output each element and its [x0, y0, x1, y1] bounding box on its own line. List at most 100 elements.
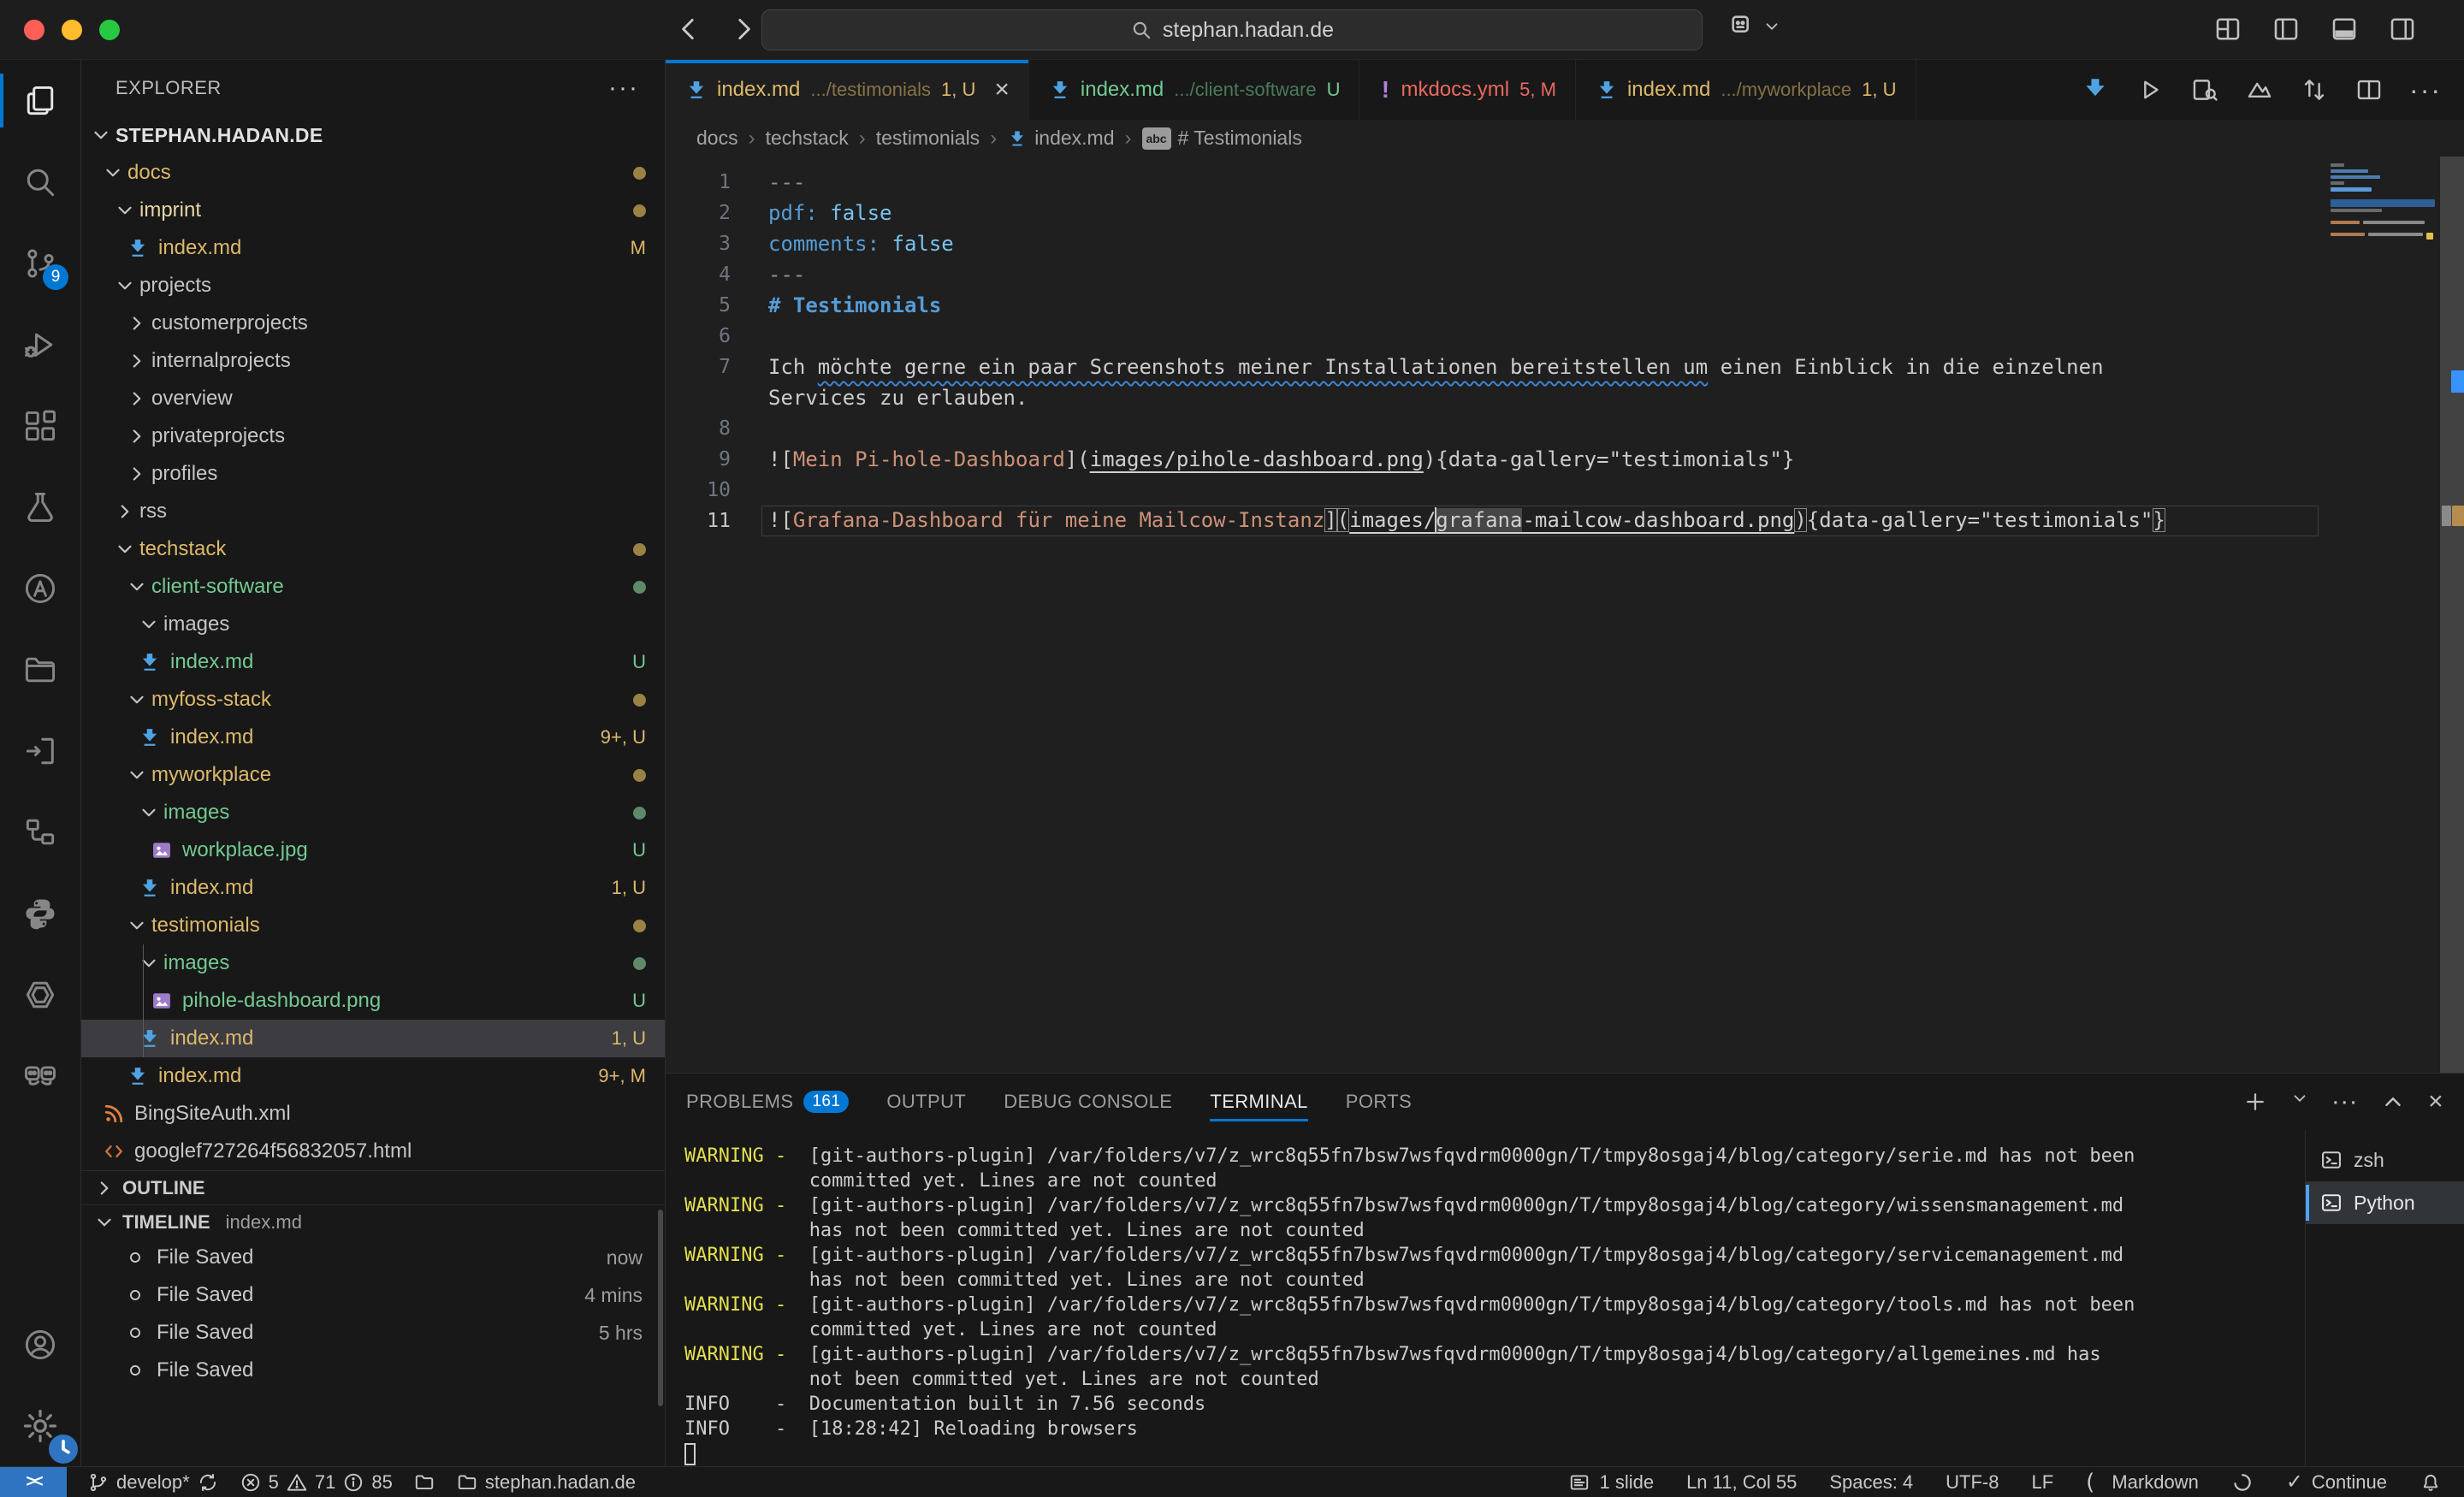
tree-item-pihole-dashboard.png[interactable]: pihole-dashboard.pngU	[81, 982, 665, 1020]
tree-item-images[interactable]: images	[81, 794, 665, 831]
close-panel-icon[interactable]: ×	[2428, 1089, 2443, 1115]
timeline-entry[interactable]: File Saved5 hrs	[81, 1314, 665, 1352]
tree-item-stephan.hadan.de[interactable]: STEPHAN.HADAN.DE	[81, 116, 665, 154]
tree-item-index.md[interactable]: index.md9+, M	[81, 1057, 665, 1095]
tree-item-docs[interactable]: docs	[81, 154, 665, 192]
panel-tab-debug-console[interactable]: DEBUG CONSOLE	[1004, 1074, 1172, 1130]
tree-item-overview[interactable]: overview	[81, 380, 665, 417]
tree-item-client-software[interactable]: client-software	[81, 568, 665, 606]
tree-item-index.md[interactable]: index.md1, U	[81, 1020, 665, 1057]
overview-ruler[interactable]	[2440, 157, 2464, 1073]
continue-item[interactable]: ✓ Continue	[2286, 1470, 2387, 1494]
workspace-status-item[interactable]: stephan.hadan.de	[456, 1471, 636, 1494]
close-tab-icon[interactable]: ×	[994, 77, 1010, 103]
tree-item-privateprojects[interactable]: privateprojects	[81, 417, 665, 455]
command-center-search[interactable]: stephan.hadan.de	[761, 9, 1703, 50]
remote-indicator[interactable]: ><	[0, 1467, 67, 1497]
sidebar-scrollbar[interactable]	[658, 1210, 663, 1406]
minimize-window-button[interactable]	[62, 20, 82, 40]
activity-explorer-icon[interactable]	[0, 60, 80, 141]
notifications-item[interactable]	[2420, 1471, 2442, 1494]
tree-item-index.md[interactable]: index.mdU	[81, 643, 665, 681]
terminal-instance-zsh[interactable]: zsh	[2306, 1139, 2464, 1181]
activity-run-debug-icon[interactable]	[0, 304, 80, 385]
tree-item-index.md[interactable]: index.mdM	[81, 229, 665, 267]
timeline-entry[interactable]: File Savednow	[81, 1239, 665, 1276]
panel-tab-ports[interactable]: PORTS	[1346, 1074, 1412, 1130]
breadcrumb-item[interactable]: abc# Testimonials	[1142, 127, 1302, 150]
outline-section-header[interactable]: OUTLINE	[81, 1170, 665, 1204]
back-arrow-icon[interactable]	[674, 15, 703, 44]
breadcrumb-item[interactable]: docs	[696, 127, 738, 150]
editor[interactable]: 1---2pdf: false3comments: false4---5# Te…	[666, 157, 2464, 1073]
activity-project-manager-icon[interactable]	[0, 629, 80, 710]
git-branch-item[interactable]: develop*	[87, 1471, 219, 1494]
cursor-position-item[interactable]: Ln 11, Col 55	[1686, 1471, 1797, 1494]
activity-account-icon[interactable]	[0, 1304, 80, 1385]
tree-item-images[interactable]: images	[81, 606, 665, 643]
editor-more-actions-icon[interactable]: ···	[2409, 74, 2442, 106]
activity-copilot-chat-icon[interactable]	[0, 1035, 80, 1116]
timeline-section-header[interactable]: TIMELINE index.md	[81, 1204, 665, 1239]
panel-tab-problems[interactable]: PROBLEMS161	[686, 1074, 849, 1130]
open-preview-icon[interactable]	[2081, 75, 2110, 104]
folder-status-item[interactable]	[413, 1471, 435, 1494]
activity-org-chart-icon[interactable]	[0, 791, 80, 873]
tree-item-profiles[interactable]: profiles	[81, 455, 665, 493]
tree-item-testimonials[interactable]: testimonials	[81, 907, 665, 944]
panel-more-actions-icon[interactable]: ···	[2331, 1089, 2358, 1115]
close-window-button[interactable]	[24, 20, 44, 40]
toggle-sidebar-icon[interactable]	[2271, 14, 2301, 44]
marp-slides-item[interactable]: 1 slide	[1568, 1471, 1654, 1494]
terminal-dropdown-icon[interactable]	[2290, 1089, 2309, 1115]
breadcrumb-item[interactable]: testimonials	[876, 127, 980, 150]
breadcrumb-item[interactable]: index.md	[1007, 127, 1114, 150]
tree-item-rss[interactable]: rss	[81, 493, 665, 530]
activity-a-circle-icon[interactable]	[0, 547, 80, 629]
split-editor-icon[interactable]	[2354, 75, 2384, 104]
maximize-panel-icon[interactable]	[2380, 1089, 2406, 1115]
tree-item-images[interactable]: images	[81, 944, 665, 982]
run-icon[interactable]	[2135, 75, 2165, 104]
activity-source-control-icon[interactable]: 9	[0, 222, 80, 304]
marp-icon[interactable]	[2245, 75, 2274, 104]
encoding-item[interactable]: UTF-8	[1946, 1471, 1999, 1494]
forward-arrow-icon[interactable]	[729, 15, 758, 44]
tree-item-bingsiteauth.xml[interactable]: BingSiteAuth.xml	[81, 1095, 665, 1133]
open-preview-side-icon[interactable]	[2190, 75, 2219, 104]
tab-mkdocs.yml[interactable]: !mkdocs.yml5, M	[1359, 60, 1575, 120]
compare-changes-icon[interactable]	[2300, 75, 2329, 104]
language-mode-item[interactable]: ( Markdown	[2086, 1470, 2199, 1495]
breadcrumb-item[interactable]: techstack	[766, 127, 849, 150]
panel-tab-output[interactable]: OUTPUT	[886, 1074, 966, 1130]
activity-settings-icon[interactable]	[0, 1385, 80, 1466]
panel-tab-terminal[interactable]: TERMINAL	[1210, 1074, 1307, 1130]
activity-testing-icon[interactable]	[0, 466, 80, 547]
zoom-window-button[interactable]	[99, 20, 120, 40]
customize-layout-icon[interactable]	[2212, 14, 2243, 44]
profile-switcher[interactable]	[1728, 12, 1781, 41]
tree-item-workplace.jpg[interactable]: workplace.jpgU	[81, 831, 665, 869]
tab-index.md-myworkplace[interactable]: index.md.../myworkplace1, U	[1576, 60, 1916, 120]
tree-item-googlef727264f56832057.html[interactable]: googlef727264f56832057.html	[81, 1133, 665, 1170]
tree-item-myfoss-stack[interactable]: myfoss-stack	[81, 681, 665, 719]
terminal-output[interactable]: WARNING - [git-authors-plugin] /var/fold…	[666, 1130, 2305, 1466]
toggle-panel-icon[interactable]	[2329, 14, 2360, 44]
spellcheck-spinner-item[interactable]	[2231, 1471, 2254, 1494]
explorer-more-actions-icon[interactable]: ···	[608, 74, 639, 103]
tree-item-index.md[interactable]: index.md9+, U	[81, 719, 665, 756]
activity-search-icon[interactable]	[0, 141, 80, 222]
tree-item-internalprojects[interactable]: internalprojects	[81, 342, 665, 380]
activity-extensions-icon[interactable]	[0, 385, 80, 466]
timeline-entry[interactable]: File Saved	[81, 1352, 665, 1389]
tab-index.md-client-software[interactable]: index.md.../client-softwareU	[1029, 60, 1360, 120]
terminal-instance-python[interactable]: Python	[2306, 1181, 2464, 1224]
problems-summary[interactable]: 5 71 85	[240, 1471, 393, 1494]
activity-live-server-icon[interactable]	[0, 710, 80, 791]
activity-hexagon-icon[interactable]	[0, 954, 80, 1035]
indentation-item[interactable]: Spaces: 4	[1829, 1471, 1913, 1494]
new-terminal-icon[interactable]	[2242, 1089, 2268, 1115]
tree-item-customerprojects[interactable]: customerprojects	[81, 305, 665, 342]
activity-python-icon[interactable]	[0, 873, 80, 954]
tree-item-myworkplace[interactable]: myworkplace	[81, 756, 665, 794]
